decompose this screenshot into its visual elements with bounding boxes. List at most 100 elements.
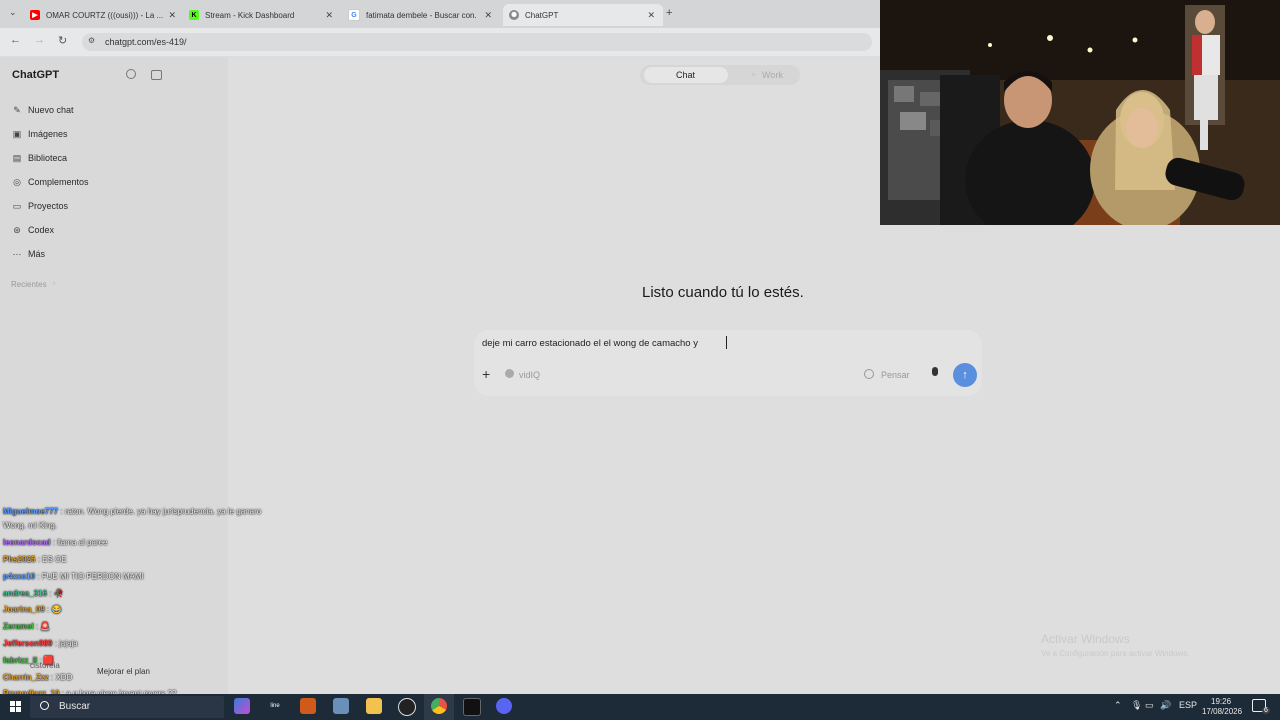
send-button[interactable]: ↑	[953, 363, 977, 387]
file-explorer-icon[interactable]	[366, 698, 382, 714]
greeting-heading: Listo cuando tú lo estés.	[642, 284, 804, 301]
notepad-icon[interactable]	[333, 698, 349, 714]
codex-icon: ⊛	[13, 224, 21, 235]
chat-username: Miguelmoe777	[3, 507, 59, 516]
sidebar-item-mas[interactable]: ⋯ Más	[12, 249, 46, 260]
chat-text: Wong. mi King.	[3, 521, 58, 530]
tab-title: ChatGPT	[525, 10, 559, 20]
reload-icon[interactable]: ↻	[58, 34, 67, 47]
tab-search-chevron-icon[interactable]: ⌄	[9, 7, 17, 18]
chat-text: 🥀	[53, 589, 64, 598]
taskbar-search[interactable]: Buscar	[30, 696, 224, 718]
app-icon[interactable]	[300, 698, 316, 714]
copilot-icon[interactable]	[234, 698, 250, 714]
network-icon[interactable]: ▭	[1145, 700, 1154, 711]
tab-title: OMAR COURTZ (((ousi))) - La ...	[46, 10, 164, 20]
prompt-input[interactable]: deje mi carro estacionado el el wong de …	[482, 338, 698, 349]
obs-icon[interactable]	[398, 698, 416, 716]
tab-chatgpt[interactable]: ✺ ChatGPT ✕	[503, 4, 663, 26]
chat-message: Wong. mi King.	[3, 521, 57, 530]
active-app-indicator	[424, 694, 454, 720]
sidebar-item-proyectos[interactable]: ▭ Proyectos	[12, 200, 69, 212]
line-app-icon[interactable]: line	[267, 698, 283, 714]
sidebar-item-label: Biblioteca	[28, 153, 68, 163]
tray-chevron-icon[interactable]: ⌃	[1114, 700, 1122, 711]
chat-message: Jefferson989 : jajaja	[3, 639, 78, 648]
chat-text: jajaja	[59, 639, 78, 648]
activate-windows-subtitle: Ve a Configuración para activar Windows.	[1041, 649, 1190, 658]
plugins-icon: ◎	[13, 176, 21, 187]
sidebar-item-imagenes[interactable]: ▣ Imágenes	[12, 129, 68, 140]
sidebar-item-label: Nuevo chat	[28, 105, 74, 115]
chat-username: Phs2025	[3, 555, 36, 564]
text-caret	[726, 336, 727, 349]
notification-count: 6	[1262, 707, 1270, 714]
volume-icon[interactable]: 🔊	[1160, 700, 1171, 711]
clock-date[interactable]: 17/08/2026	[1202, 707, 1242, 716]
sidebar-item-complementos[interactable]: ◎ Complementos	[12, 176, 88, 188]
chat-text: XDD	[55, 673, 73, 682]
webcam-image	[880, 0, 1280, 225]
prompt-composer[interactable]: deje mi carro estacionado el el wong de …	[474, 330, 982, 396]
folder-icon: ▭	[12, 200, 22, 211]
language-indicator[interactable]: ESP	[1179, 700, 1197, 710]
discord-icon[interactable]	[496, 698, 512, 714]
chat-message: Zeramel : 🚨	[3, 622, 51, 631]
sidebar-item-nuevo-chat[interactable]: ✎ Nuevo chat	[12, 105, 74, 116]
tab-title: Stream - Kick Dashboard	[205, 10, 295, 20]
sidebar-item-label: Más	[28, 249, 46, 259]
chat-username: andrea_316	[3, 589, 48, 598]
sidebar-toggle-icon[interactable]	[151, 70, 162, 80]
sidebar: ChatGPT ✎ Nuevo chat ▣ Imágenes ▤ Biblio…	[0, 57, 228, 694]
microphone-tray-icon[interactable]: 🎙	[1131, 700, 1142, 711]
chat-fragment: cistoreia	[30, 661, 60, 670]
chat-message: Phs2025 : ES OE	[3, 555, 67, 564]
search-icon	[40, 701, 49, 710]
webcam-overlay	[880, 0, 1280, 225]
close-icon[interactable]: ✕	[484, 10, 492, 21]
new-tab-plus-icon[interactable]: +	[666, 7, 672, 19]
windows-start-icon[interactable]	[10, 701, 21, 712]
sidebar-item-label: Proyectos	[28, 201, 69, 211]
chat-username: Charrin_Zzz	[3, 673, 49, 682]
tab-kick[interactable]: K Stream - Kick Dashboard ✕	[189, 4, 337, 26]
think-button[interactable]: Pensar	[881, 370, 910, 380]
capcut-icon[interactable]	[463, 698, 481, 716]
chat-text: llama al paree	[57, 538, 108, 547]
back-arrow-icon[interactable]: ←	[10, 34, 21, 46]
close-icon[interactable]: ✕	[325, 10, 333, 21]
chat-message: Charrin_Zzz : XDD	[3, 673, 73, 682]
briefcase-icon: ▫	[752, 70, 755, 79]
upgrade-plan-link[interactable]: Mejorar el plan	[97, 667, 150, 676]
search-icon[interactable]	[126, 69, 136, 79]
close-icon[interactable]: ✕	[647, 10, 655, 21]
mode-chat-label: Chat	[676, 70, 696, 80]
forward-arrow-icon[interactable]: →	[34, 34, 45, 46]
site-info-icon[interactable]: ⚙	[88, 36, 95, 45]
youtube-icon: ▶	[30, 10, 40, 20]
microphone-icon[interactable]	[932, 367, 938, 376]
google-icon: G	[348, 9, 360, 21]
clock-time[interactable]: 19:26	[1211, 697, 1231, 706]
activate-windows-title: Activar Windows	[1041, 632, 1130, 646]
chat-text: 😂	[51, 605, 62, 614]
sidebar-item-biblioteca[interactable]: ▤ Biblioteca	[12, 152, 68, 164]
add-plus-icon[interactable]: +	[482, 366, 490, 382]
sidebar-item-label: Codex	[28, 225, 55, 235]
recent-section-label[interactable]: Recientes	[11, 280, 47, 289]
tab-google[interactable]: G fatimata dembele - Buscar con... ✕	[348, 4, 496, 26]
tab-title: fatimata dembele - Buscar con...	[366, 10, 476, 20]
tool-chip[interactable]: vidIQ	[519, 370, 540, 380]
url-text: chatgpt.com/es-419/	[105, 37, 187, 47]
vidiq-icon	[505, 369, 514, 378]
tab-youtube[interactable]: ▶ OMAR COURTZ (((ousi))) - La ... ✕	[30, 4, 180, 26]
address-bar[interactable]: ⚙ chatgpt.com/es-419/	[82, 33, 872, 51]
sidebar-item-codex[interactable]: ⊛ Codex	[12, 224, 55, 236]
chat-message: andrea_316 : 🥀	[3, 589, 64, 598]
app-title: ChatGPT	[12, 69, 60, 81]
library-icon: ▤	[12, 152, 22, 163]
lightbulb-icon	[864, 369, 874, 379]
close-icon[interactable]: ✕	[168, 10, 176, 21]
sidebar-item-label: Imágenes	[28, 129, 68, 139]
mode-work-label[interactable]: Work	[762, 70, 783, 80]
